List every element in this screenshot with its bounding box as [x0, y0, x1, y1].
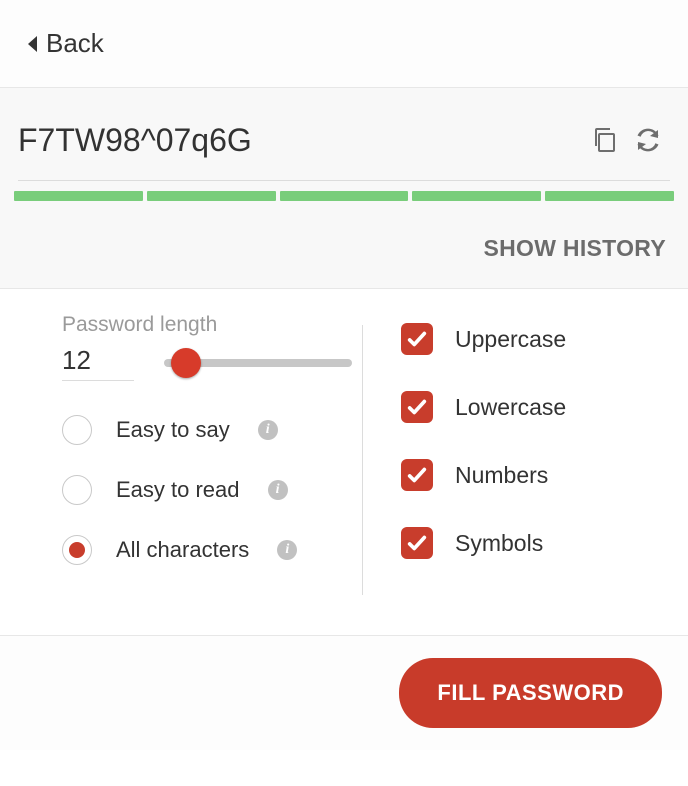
checkbox-indicator	[401, 323, 433, 355]
slider-thumb[interactable]	[171, 348, 201, 378]
regenerate-button[interactable]	[626, 118, 670, 162]
check-icon	[406, 532, 428, 554]
radio-easy-to-read[interactable]: Easy to read i	[62, 475, 352, 505]
length-value: 12	[62, 345, 134, 376]
back-button[interactable]: Back	[26, 28, 104, 59]
check-icon	[406, 396, 428, 418]
info-icon[interactable]: i	[268, 480, 288, 500]
radio-label: Easy to read	[116, 477, 240, 503]
radio-indicator	[62, 475, 92, 505]
check-icon	[406, 464, 428, 486]
radio-label: Easy to say	[116, 417, 230, 443]
checkbox-indicator	[401, 527, 433, 559]
checkbox-lowercase[interactable]: Lowercase	[401, 391, 648, 423]
radio-label: All characters	[116, 537, 249, 563]
info-icon[interactable]: i	[277, 540, 297, 560]
checkbox-label: Uppercase	[455, 326, 566, 353]
checkbox-indicator	[401, 391, 433, 423]
radio-all-characters[interactable]: All characters i	[62, 535, 352, 565]
copy-icon	[592, 127, 616, 153]
show-history-button[interactable]: SHOW HISTORY	[12, 235, 676, 262]
checkbox-label: Lowercase	[455, 394, 566, 421]
radio-easy-to-say[interactable]: Easy to say i	[62, 415, 352, 445]
checkbox-label: Numbers	[455, 462, 548, 489]
radio-indicator	[62, 415, 92, 445]
checkbox-uppercase[interactable]: Uppercase	[401, 323, 648, 355]
length-input[interactable]: 12	[62, 345, 134, 381]
refresh-icon	[635, 127, 661, 153]
checkbox-label: Symbols	[455, 530, 543, 557]
back-label: Back	[46, 28, 104, 59]
checkbox-numbers[interactable]: Numbers	[401, 459, 648, 491]
radio-indicator	[62, 535, 92, 565]
info-icon[interactable]: i	[258, 420, 278, 440]
divider	[18, 180, 670, 181]
checkbox-indicator	[401, 459, 433, 491]
generated-password: F7TW98^07q6G	[18, 122, 582, 159]
strength-meter	[12, 191, 676, 201]
back-caret-icon	[26, 35, 38, 53]
check-icon	[406, 328, 428, 350]
length-slider[interactable]	[164, 348, 352, 378]
copy-button[interactable]	[582, 118, 626, 162]
column-divider	[362, 325, 363, 595]
fill-password-button[interactable]: FILL PASSWORD	[399, 658, 662, 728]
length-label: Password length	[62, 313, 352, 337]
checkbox-symbols[interactable]: Symbols	[401, 527, 648, 559]
